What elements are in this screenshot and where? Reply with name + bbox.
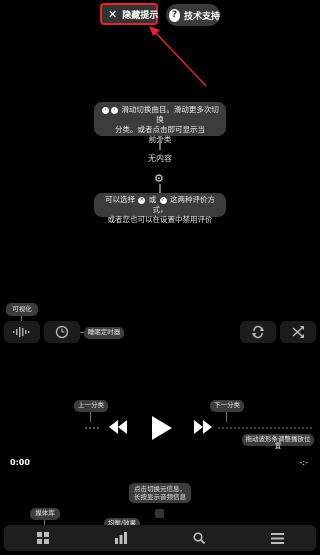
swipe-right-icon: ›: [111, 106, 119, 114]
shuffle-button[interactable]: [280, 321, 316, 343]
nav-search[interactable]: [160, 525, 238, 551]
rewind-icon[interactable]: [108, 420, 128, 434]
help-icon: ?: [169, 8, 180, 22]
meta-info-line1: 点击切换元信息，: [134, 485, 186, 493]
nav-library[interactable]: [4, 525, 82, 551]
current-time: 0:00: [10, 458, 30, 467]
waveform-seekbar-left[interactable]: [85, 427, 99, 429]
thumb-up-icon: ✓: [159, 196, 167, 204]
play-icon[interactable]: [149, 415, 173, 441]
meta-info-line2: 长按显示音频信息: [134, 493, 186, 501]
meta-info-tip: 点击切换元信息， 长按显示音频信息: [129, 483, 191, 503]
close-icon: ✕: [108, 7, 118, 21]
next-category-tip: 下一分类: [210, 400, 244, 412]
hide-tips-label: 隐藏提示: [122, 10, 159, 21]
repeat-icon: [252, 325, 264, 339]
rating-tip-line2: 或者您也可以在设置中禁用评价: [107, 215, 213, 224]
fast-forward-icon[interactable]: [193, 420, 213, 434]
remaining-time: -:-: [299, 458, 308, 467]
tip-connector: [90, 412, 91, 422]
thumb-down-icon: ✕: [138, 196, 146, 204]
tip-connector: [159, 184, 161, 193]
swipe-left-icon: ‹: [102, 106, 110, 114]
swipe-tip-line2: 分类。或者点击即可显示当: [115, 125, 205, 134]
prev-category-tip: 上一分类: [74, 400, 108, 412]
grid-icon: [37, 532, 49, 544]
waveform-icon: [13, 327, 30, 337]
hide-tips-button[interactable]: ✕ 隐藏提示: [100, 3, 158, 25]
swipe-tip: ‹› 滑动切换曲目。滑动更多次切换 分类。或者点击即可显示当 前分类: [94, 102, 226, 144]
drag-waveform-tip: 拖动波形条调整播放位置: [242, 434, 314, 450]
visualize-tip: 可视化: [6, 303, 38, 316]
waveform-seekbar-right[interactable]: [218, 427, 314, 429]
sleep-timer-tip: 睡眠定时器: [84, 327, 124, 339]
sleep-timer-button[interactable]: [44, 321, 80, 343]
rating-tip-or: 或: [148, 195, 157, 204]
tip-connector: [159, 136, 161, 150]
support-label: 技术支持: [183, 11, 220, 22]
search-icon: [193, 532, 205, 544]
rating-tip: 可以选择 ✕ 或 ✓ 这两种评价方式， 或者您也可以在设置中禁用评价: [94, 193, 226, 224]
visualizer-button[interactable]: [4, 321, 40, 343]
bottom-nav: [4, 525, 316, 551]
empty-label: 无内容: [148, 154, 172, 163]
annotation-arrow: [149, 26, 207, 87]
bars-icon: [115, 532, 127, 544]
nav-menu[interactable]: [238, 525, 316, 551]
nav-equalizer[interactable]: [82, 525, 160, 551]
meta-info-toggle[interactable]: [155, 509, 164, 518]
clock-icon: [55, 325, 69, 339]
menu-icon: [270, 532, 284, 544]
shuffle-icon: [292, 326, 304, 338]
support-button[interactable]: ? 技术支持: [166, 4, 220, 26]
repeat-button[interactable]: [240, 321, 276, 343]
tip-connector: [226, 412, 227, 422]
rating-tip-part1: 可以选择: [104, 195, 135, 204]
library-tip: 媒体库: [30, 508, 60, 520]
swipe-tip-line1: 滑动切换曲目。滑动更多次切换: [121, 105, 219, 124]
